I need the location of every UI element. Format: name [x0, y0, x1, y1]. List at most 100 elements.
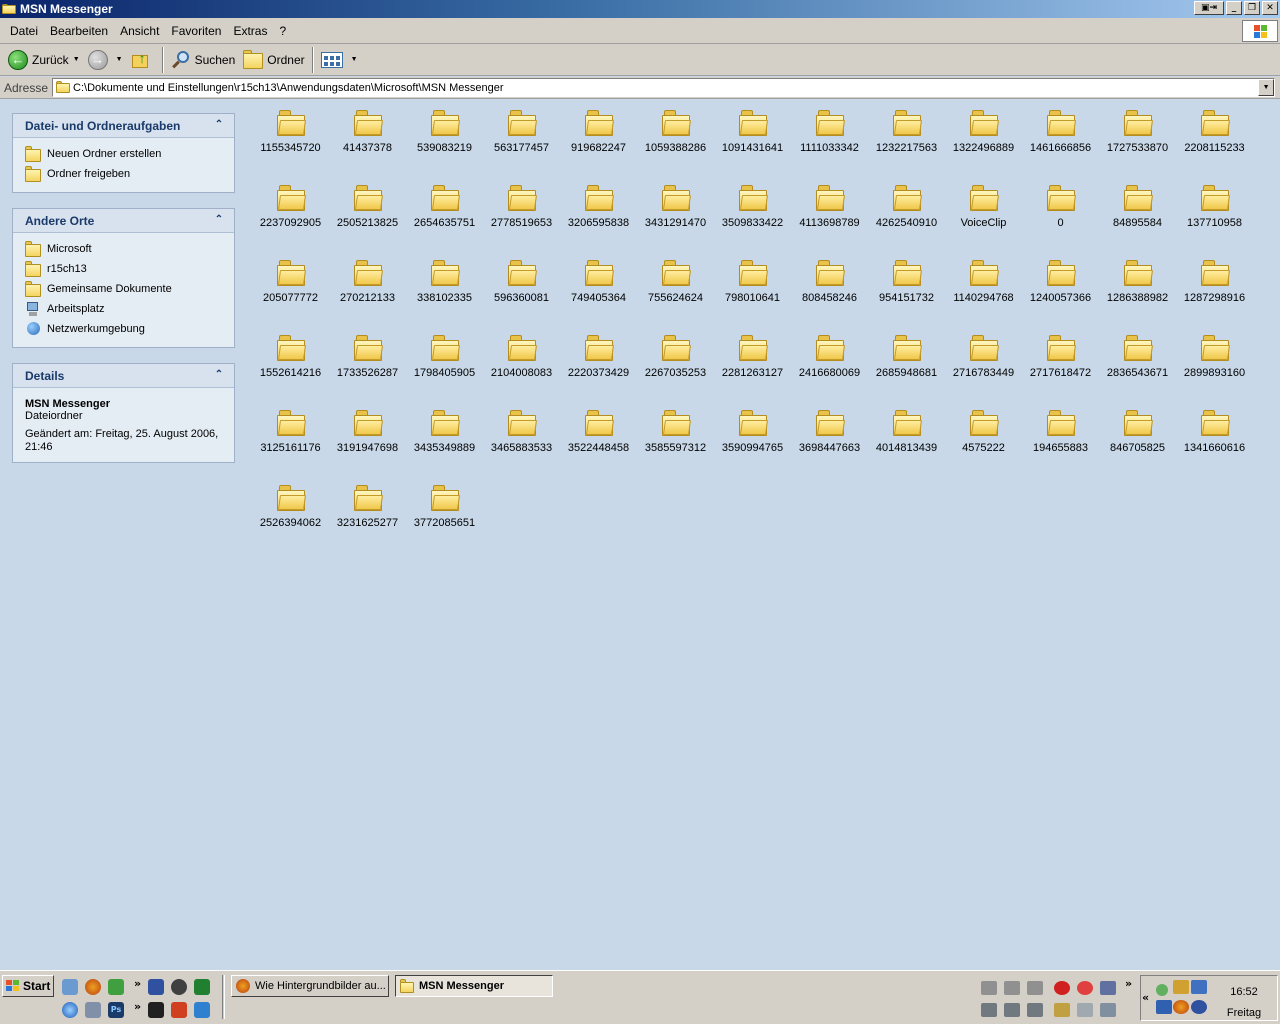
- folder-item[interactable]: 4262540910: [868, 181, 945, 241]
- tray-app-icon[interactable]: [1100, 1003, 1116, 1017]
- taskbar-task-msn-messenger[interactable]: MSN Messenger: [395, 975, 553, 997]
- folder-item[interactable]: 2836543671: [1099, 331, 1176, 391]
- folder-item[interactable]: 3590994765: [714, 406, 791, 466]
- folder-item[interactable]: 1733526287: [329, 331, 406, 391]
- tray-app-icon[interactable]: [1156, 1000, 1172, 1014]
- folder-item[interactable]: 0: [1022, 181, 1099, 241]
- chevron-down-icon[interactable]: ▼: [73, 56, 80, 63]
- folder-item[interactable]: 2208115233: [1176, 106, 1253, 166]
- folder-item[interactable]: 3509833422: [714, 181, 791, 241]
- folder-item[interactable]: 1552614216: [252, 331, 329, 391]
- network-status-icon[interactable]: [1156, 984, 1168, 996]
- firefox-icon[interactable]: [85, 979, 101, 995]
- app-icon[interactable]: [194, 1002, 210, 1018]
- forward-button[interactable]: → ▼: [84, 46, 127, 74]
- folder-item[interactable]: 1091431641: [714, 106, 791, 166]
- folder-item[interactable]: 1798405905: [406, 331, 483, 391]
- folder-item[interactable]: 539083219: [406, 106, 483, 166]
- clock[interactable]: 16:52: [1219, 986, 1269, 998]
- messenger-icon[interactable]: [108, 979, 124, 995]
- folder-item[interactable]: 3522448458: [560, 406, 637, 466]
- folder-item[interactable]: 3698447663: [791, 406, 868, 466]
- close-button[interactable]: ✕: [1262, 1, 1278, 15]
- folder-item[interactable]: 3585597312: [637, 406, 714, 466]
- app-icon[interactable]: [194, 979, 210, 995]
- folder-item[interactable]: 846705825: [1099, 406, 1176, 466]
- app-icon[interactable]: [148, 979, 164, 995]
- messenger-tray-icon[interactable]: ▣⇥: [1194, 1, 1224, 15]
- app-icon[interactable]: [171, 1002, 187, 1018]
- place-user[interactable]: r15ch13: [25, 259, 224, 279]
- up-button[interactable]: ↑: [127, 46, 159, 74]
- folder-item[interactable]: 1286388982: [1099, 256, 1176, 316]
- folder-item[interactable]: 1322496889: [945, 106, 1022, 166]
- taskbar-task-firefox[interactable]: Wie Hintergrundbilder au...: [231, 975, 389, 997]
- maximize-button[interactable]: ❐: [1244, 1, 1260, 15]
- views-button[interactable]: ▼: [317, 46, 362, 74]
- tray-app-icon[interactable]: [1173, 980, 1189, 994]
- firefox-icon[interactable]: [1173, 1000, 1189, 1014]
- folder-item[interactable]: 2505213825: [329, 181, 406, 241]
- place-my-computer[interactable]: Arbeitsplatz: [25, 299, 224, 319]
- folder-item[interactable]: 3231625277: [329, 481, 406, 541]
- menu-favoriten[interactable]: Favoriten: [165, 24, 227, 38]
- folder-item[interactable]: 919682247: [560, 106, 637, 166]
- folder-item[interactable]: 2899893160: [1176, 331, 1253, 391]
- tray-app-icon[interactable]: [1054, 1003, 1070, 1017]
- folder-item[interactable]: 137710958: [1176, 181, 1253, 241]
- tray-app-icon[interactable]: [1027, 981, 1043, 995]
- folder-item[interactable]: 3465883533: [483, 406, 560, 466]
- tray-app-icon[interactable]: [981, 981, 997, 995]
- steam-icon[interactable]: [148, 1002, 164, 1018]
- folder-item[interactable]: 2237092905: [252, 181, 329, 241]
- folder-item[interactable]: 1287298916: [1176, 256, 1253, 316]
- folder-item[interactable]: 84895584: [1099, 181, 1176, 241]
- folder-item[interactable]: 954151732: [868, 256, 945, 316]
- place-microsoft[interactable]: Microsoft: [25, 239, 224, 259]
- folder-item[interactable]: VoiceClip: [945, 181, 1022, 241]
- address-input[interactable]: C:\Dokumente und Einstellungen\r15ch13\A…: [52, 78, 1276, 97]
- folder-item[interactable]: 338102335: [406, 256, 483, 316]
- folder-item[interactable]: 4113698789: [791, 181, 868, 241]
- folder-item[interactable]: 1140294768: [945, 256, 1022, 316]
- chevron-right-icon[interactable]: »: [1125, 977, 1132, 990]
- folder-item[interactable]: 755624624: [637, 256, 714, 316]
- folder-item[interactable]: 3191947698: [329, 406, 406, 466]
- folder-item[interactable]: 2220373429: [560, 331, 637, 391]
- chevron-down-icon[interactable]: ▼: [351, 56, 358, 63]
- menu-bearbeiten[interactable]: Bearbeiten: [44, 24, 114, 38]
- folder-item[interactable]: 749405364: [560, 256, 637, 316]
- menu-help[interactable]: ?: [273, 24, 292, 38]
- folder-item[interactable]: 2267035253: [637, 331, 714, 391]
- folder-item[interactable]: 2104008083: [483, 331, 560, 391]
- collapse-icon[interactable]: ⌃: [212, 214, 226, 228]
- folder-item[interactable]: 798010641: [714, 256, 791, 316]
- folder-item[interactable]: 3431291470: [637, 181, 714, 241]
- task-share-folder[interactable]: Ordner freigeben: [25, 164, 224, 184]
- panel-header[interactable]: Datei- und Ordneraufgaben ⌃: [13, 114, 234, 138]
- app-icon[interactable]: [171, 979, 187, 995]
- folder-item[interactable]: 2654635751: [406, 181, 483, 241]
- folder-item[interactable]: 2716783449: [945, 331, 1022, 391]
- folder-item[interactable]: 2526394062: [252, 481, 329, 541]
- tray-app-icon[interactable]: [1004, 1003, 1020, 1017]
- collapse-icon[interactable]: ⌃: [212, 369, 226, 383]
- folder-item[interactable]: 1240057366: [1022, 256, 1099, 316]
- panel-header[interactable]: Andere Orte ⌃: [13, 209, 234, 233]
- folder-item[interactable]: 2416680069: [791, 331, 868, 391]
- headphones-icon[interactable]: [1100, 981, 1116, 995]
- tray-app-icon[interactable]: [1027, 1003, 1043, 1017]
- chevron-down-icon[interactable]: ▼: [116, 56, 123, 63]
- folder-item[interactable]: 1341660616: [1176, 406, 1253, 466]
- tray-app-icon[interactable]: [1191, 980, 1207, 994]
- tray-app-icon[interactable]: [1077, 1003, 1093, 1017]
- folder-item[interactable]: 2281263127: [714, 331, 791, 391]
- folder-item[interactable]: 3435349889: [406, 406, 483, 466]
- folder-item[interactable]: 1232217563: [868, 106, 945, 166]
- folder-item[interactable]: 4014813439: [868, 406, 945, 466]
- folder-item[interactable]: 2685948681: [868, 331, 945, 391]
- show-desktop-icon[interactable]: [62, 979, 78, 995]
- place-network[interactable]: Netzwerkumgebung: [25, 319, 224, 339]
- start-button[interactable]: Start: [2, 975, 54, 997]
- folder-item[interactable]: 596360081: [483, 256, 560, 316]
